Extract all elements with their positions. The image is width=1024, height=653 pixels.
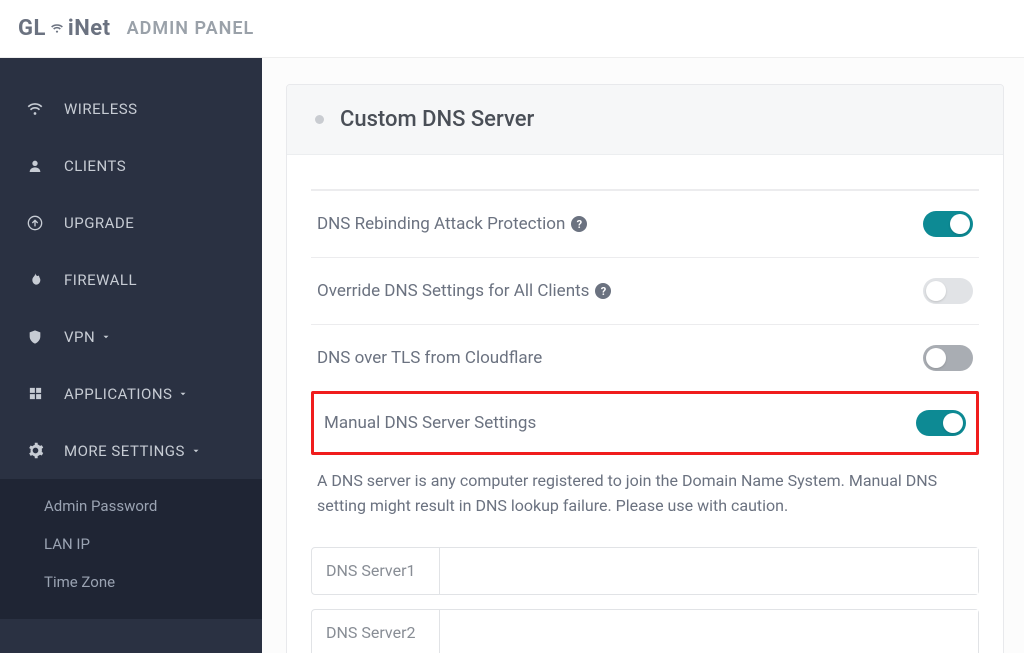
sidebar: WIRELESS CLIENTS UPGRADE FIREWALL VPN	[0, 58, 262, 653]
sidebar-item-label: VPN	[64, 328, 95, 346]
toggle-dns-rebinding[interactable]	[923, 211, 973, 237]
dns-server1-label: DNS Server1	[312, 548, 440, 594]
toggle-manual-dns[interactable]	[916, 410, 966, 436]
help-icon[interactable]: ?	[571, 216, 587, 232]
setting-row-dns-rebinding: DNS Rebinding Attack Protection ?	[311, 190, 979, 257]
sidebar-item-label: CLIENTS	[64, 157, 126, 175]
sidebar-item-label: APPLICATIONS	[64, 385, 172, 403]
dns-server1-input[interactable]	[440, 548, 978, 594]
brand-suffix: iNet	[68, 16, 111, 41]
sidebar-item-firewall[interactable]: FIREWALL	[0, 251, 262, 308]
custom-dns-panel: Custom DNS Server DNS Rebinding Attack P…	[286, 84, 1004, 653]
sidebar-subitem-lan-ip[interactable]: LAN IP	[0, 525, 262, 563]
highlighted-setting: Manual DNS Server Settings	[311, 391, 979, 455]
dns-server2-input[interactable]	[440, 610, 978, 653]
upload-icon	[24, 215, 46, 231]
dns-server1-row: DNS Server1	[311, 547, 979, 595]
user-icon	[24, 158, 46, 174]
sidebar-item-more-settings[interactable]: MORE SETTINGS	[0, 422, 262, 479]
fire-icon	[24, 271, 46, 289]
setting-label: DNS Rebinding Attack Protection	[317, 214, 565, 234]
toggle-override-dns[interactable]	[923, 278, 973, 304]
dns-server2-label: DNS Server2	[312, 610, 440, 653]
setting-row-dns-over-tls: DNS over TLS from Cloudflare	[311, 324, 979, 391]
chevron-down-icon	[191, 442, 201, 460]
toggle-dns-over-tls[interactable]	[923, 345, 973, 371]
sidebar-item-wireless[interactable]: WIRELESS	[0, 80, 262, 137]
sidebar-item-upgrade[interactable]: UPGRADE	[0, 194, 262, 251]
app-header: GL iNet ADMIN PANEL	[0, 0, 1024, 58]
help-icon[interactable]: ?	[595, 283, 611, 299]
setting-label: Override DNS Settings for All Clients	[317, 281, 589, 301]
brand-prefix: GL	[18, 16, 46, 41]
dns-server2-row: DNS Server2	[311, 609, 979, 653]
grid-icon	[24, 386, 46, 401]
sidebar-subitem-admin-password[interactable]: Admin Password	[0, 487, 262, 525]
panel-header: Custom DNS Server	[287, 85, 1003, 155]
setting-row-override-dns: Override DNS Settings for All Clients ?	[311, 257, 979, 324]
sidebar-item-label: UPGRADE	[64, 214, 134, 232]
sidebar-item-label: FIREWALL	[64, 271, 137, 289]
setting-label: Manual DNS Server Settings	[324, 413, 536, 433]
wifi-dot-icon	[46, 16, 68, 41]
chevron-down-icon	[101, 328, 111, 346]
gear-icon	[24, 442, 46, 459]
sidebar-item-applications[interactable]: APPLICATIONS	[0, 365, 262, 422]
panel-status-dot	[315, 115, 324, 124]
setting-label: DNS over TLS from Cloudflare	[317, 348, 542, 368]
sidebar-subitem-time-zone[interactable]: Time Zone	[0, 563, 262, 601]
brand-logo: GL iNet	[18, 16, 111, 41]
sidebar-item-clients[interactable]: CLIENTS	[0, 137, 262, 194]
sidebar-item-label: MORE SETTINGS	[64, 442, 185, 460]
sidebar-item-vpn[interactable]: VPN	[0, 308, 262, 365]
manual-dns-description: A DNS server is any computer registered …	[311, 455, 979, 539]
shield-icon	[24, 329, 46, 345]
sidebar-item-label: WIRELESS	[64, 100, 138, 118]
wifi-icon	[24, 100, 46, 118]
panel-title: Custom DNS Server	[340, 107, 534, 132]
chevron-down-icon	[178, 385, 188, 403]
content-area: Custom DNS Server DNS Rebinding Attack P…	[262, 58, 1024, 653]
setting-row-manual-dns: Manual DNS Server Settings	[314, 394, 976, 452]
sidebar-submenu-more-settings: Admin Password LAN IP Time Zone	[0, 479, 262, 619]
header-title: ADMIN PANEL	[127, 18, 255, 39]
